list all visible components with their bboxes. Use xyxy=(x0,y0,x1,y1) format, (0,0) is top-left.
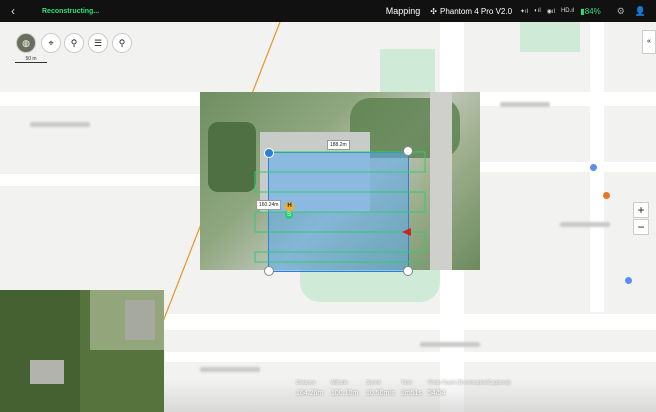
stat-label: Speed xyxy=(366,380,381,386)
wifi-icon: ◉ıl xyxy=(546,8,555,15)
survey-corner-handle[interactable] xyxy=(264,266,274,276)
map-scale: 50 m xyxy=(15,56,47,63)
user-icon[interactable]: 👤 xyxy=(635,6,646,17)
list-icon[interactable]: ☰ xyxy=(88,33,108,53)
stat-photo-count: Photo Count (Downloaded/Captured) 54/54 xyxy=(428,380,510,397)
map-view[interactable]: 188.2m 160.24m H S ◍ ⌖ ⚲ ☰ ⚲ 50 m « + − … xyxy=(0,22,656,412)
stat-label: Time xyxy=(401,380,412,386)
survey-corner-handle[interactable] xyxy=(264,148,274,158)
gear-icon[interactable]: ⚙ xyxy=(617,6,625,17)
battery-level: ▮84% xyxy=(580,6,601,16)
zoom-out-button[interactable]: − xyxy=(633,219,649,235)
stat-altitude: Altitude 100.10m xyxy=(331,380,358,397)
stat-value: 164.26m xyxy=(296,390,324,397)
drone-model-label: Phantom 4 Pro V2.0 xyxy=(439,6,513,16)
drone-icon: ✣ xyxy=(430,6,437,16)
pin-icon[interactable]: ⚲ xyxy=(64,33,84,53)
layers-icon[interactable]: ◍ xyxy=(16,33,36,53)
flight-stats-bar: Distance 164.26m Altitude 100.10m Speed … xyxy=(164,378,656,412)
stat-value: 100.10m xyxy=(331,390,359,397)
remote-signal-icon: ◐ıl xyxy=(534,8,541,14)
zoom-in-button[interactable]: + xyxy=(633,202,649,218)
survey-width-label: 188.2m xyxy=(327,140,350,150)
stat-label: Distance xyxy=(296,380,316,386)
preview-structure xyxy=(30,360,64,384)
hd-label: HD xyxy=(560,8,570,14)
aircraft-marker xyxy=(402,228,411,236)
survey-height-label: 160.24m xyxy=(256,200,282,210)
stat-label: Altitude xyxy=(331,380,348,386)
stat-speed: Speed 10.50m/s xyxy=(366,380,395,397)
stat-time: Time 2m51s xyxy=(401,380,422,397)
stat-value: 2m51s xyxy=(401,390,423,397)
satellite-icon: ✦ıl xyxy=(520,8,529,15)
hd-signal: HD.ıl xyxy=(560,8,575,14)
stat-value: 54/54 xyxy=(428,390,446,397)
preview-tree-cover xyxy=(0,290,80,412)
home-point-marker: H xyxy=(285,202,294,211)
collapse-panel-button[interactable]: « xyxy=(642,30,656,54)
top-bar: ‹ Reconstructing... Mapping ✣ Phantom 4 … xyxy=(0,0,656,22)
drone-model: ✣ Phantom 4 Pro V2.0 xyxy=(430,7,512,16)
mission-mode: Mapping xyxy=(385,6,421,16)
stat-value: 10.50m/s xyxy=(366,390,395,397)
reconstruction-status: Reconstructing... xyxy=(42,7,100,15)
search-icon[interactable]: ⚲ xyxy=(112,33,132,53)
back-button[interactable]: ‹ xyxy=(0,4,26,18)
survey-corner-handle[interactable] xyxy=(403,146,413,156)
stat-distance: Distance 164.26m xyxy=(296,380,323,397)
locate-icon[interactable]: ⌖ xyxy=(41,33,61,53)
start-point-marker: S xyxy=(285,211,293,219)
survey-corner-handle[interactable] xyxy=(403,266,413,276)
stat-label: Photo Count (Downloaded/Captured) xyxy=(428,380,511,386)
battery-percent: 84% xyxy=(584,6,601,16)
preview-building xyxy=(125,300,155,340)
camera-preview[interactable] xyxy=(0,290,164,412)
